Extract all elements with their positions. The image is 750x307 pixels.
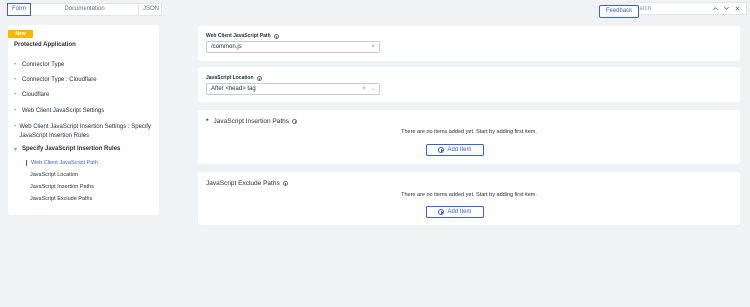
tab-json[interactable]: JSON xyxy=(138,3,162,16)
sidebar-item-web-client-js-settings[interactable]: • Web Client JavaScript Settings xyxy=(14,108,104,114)
js-path-label-row: Web Client JavaScript Path xyxy=(206,33,279,39)
sidebar-item-label: Web Client JavaScript Insertion Settings… xyxy=(19,124,151,139)
sidebar-item-label: Connector Type : Cloudflare xyxy=(22,77,97,83)
js-path-label: Web Client JavaScript Path xyxy=(206,33,271,39)
insertion-paths-add-button[interactable]: Add Item xyxy=(426,144,484,156)
add-button-label: Add Item xyxy=(447,147,472,153)
insertion-paths-empty: There are no items added yet. Start by a… xyxy=(401,129,537,135)
js-location-select[interactable]: After <head> tag × ⌄ xyxy=(206,83,380,95)
sidebar-subitem-js-location[interactable]: JavaScript Location xyxy=(30,172,78,178)
exclude-paths-title-row: JavaScript Exclude Paths xyxy=(206,180,288,187)
insertion-paths-title: JavaScript Insertion Paths xyxy=(213,118,290,125)
info-icon[interactable] xyxy=(273,33,279,39)
chevron-down-icon[interactable] xyxy=(723,5,730,12)
clear-icon[interactable]: × xyxy=(371,44,375,50)
sidebar-subitem-exclude-paths[interactable]: JavaScript Exclude Paths xyxy=(30,196,92,202)
bullet-icon: • xyxy=(14,77,17,83)
sidebar-item-label: Cloudflare xyxy=(22,92,50,98)
exclude-paths-card: JavaScript Exclude Paths There are no it… xyxy=(198,172,740,225)
sidebar-subitem-js-path[interactable]: Web Client JavaScript Path xyxy=(26,160,98,166)
js-path-field[interactable]: /common.js × xyxy=(206,41,380,53)
js-location-label: JavaScript Location xyxy=(206,75,254,81)
search-bar xyxy=(627,2,747,15)
feedback-button[interactable]: Feedback xyxy=(599,5,639,18)
tab-form[interactable]: Form xyxy=(7,3,31,16)
expand-icon: ▾ xyxy=(14,147,18,153)
sidebar-item-cloudflare[interactable]: • Cloudflare xyxy=(14,92,49,98)
info-icon[interactable] xyxy=(256,75,262,81)
add-button-label: Add Item xyxy=(447,209,472,215)
chevron-up-icon[interactable] xyxy=(712,5,719,12)
sidebar-item-label: Connector Type xyxy=(22,62,65,68)
close-icon[interactable] xyxy=(734,5,741,12)
clear-icon[interactable]: × xyxy=(362,86,366,92)
sidebar-title: Protected Application xyxy=(14,42,76,48)
tab-documentation[interactable]: Documentation xyxy=(31,3,138,16)
js-path-card: Web Client JavaScript Path /common.js × xyxy=(198,26,740,61)
bullet-icon: • xyxy=(14,62,17,68)
search-input[interactable] xyxy=(632,5,706,12)
sidebar-item-connector-type-cloudflare[interactable]: • Connector Type : Cloudflare xyxy=(14,77,97,83)
bullet-icon: • xyxy=(14,108,17,114)
sidebar-item-connector-type[interactable]: • Connector Type xyxy=(14,62,64,68)
sidebar-item-label: Web Client JavaScript Settings xyxy=(22,108,105,114)
js-location-value: After <head> tag xyxy=(211,86,256,92)
js-path-value: /common.js xyxy=(211,44,242,50)
exclude-paths-title: JavaScript Exclude Paths xyxy=(206,180,280,187)
exclude-paths-add-button[interactable]: Add Item xyxy=(426,206,484,218)
plus-icon xyxy=(438,147,445,153)
sidebar: New Protected Application • Connector Ty… xyxy=(8,25,159,215)
js-location-card: JavaScript Location After <head> tag × ⌄ xyxy=(198,67,740,102)
insertion-paths-title-row: * JavaScript Insertion Paths xyxy=(206,118,298,125)
exclude-paths-empty: There are no items added yet. Start by a… xyxy=(401,192,537,198)
js-location-label-row: JavaScript Location xyxy=(206,75,262,81)
sidebar-item-insertion-rules[interactable]: ▾ Specify JavaScript Insertion Rules xyxy=(14,146,120,153)
info-icon[interactable] xyxy=(292,119,298,124)
sidebar-item-label: Specify JavaScript Insertion Rules xyxy=(22,146,121,152)
insertion-paths-card: * JavaScript Insertion Paths There are n… xyxy=(198,110,740,164)
required-mark: * xyxy=(206,118,209,125)
view-tabs: Form Documentation JSON xyxy=(7,3,162,16)
sidebar-subitem-insertion-paths[interactable]: JavaScript Insertion Paths xyxy=(30,184,94,190)
plus-icon xyxy=(438,209,445,215)
info-icon[interactable] xyxy=(282,181,288,186)
chevron-down-icon[interactable]: ⌄ xyxy=(371,86,375,92)
sidebar-item-insertion-settings[interactable]: • Web Client JavaScript Insertion Settin… xyxy=(14,123,154,140)
bullet-icon: • xyxy=(14,92,17,98)
new-badge: New xyxy=(8,30,33,38)
